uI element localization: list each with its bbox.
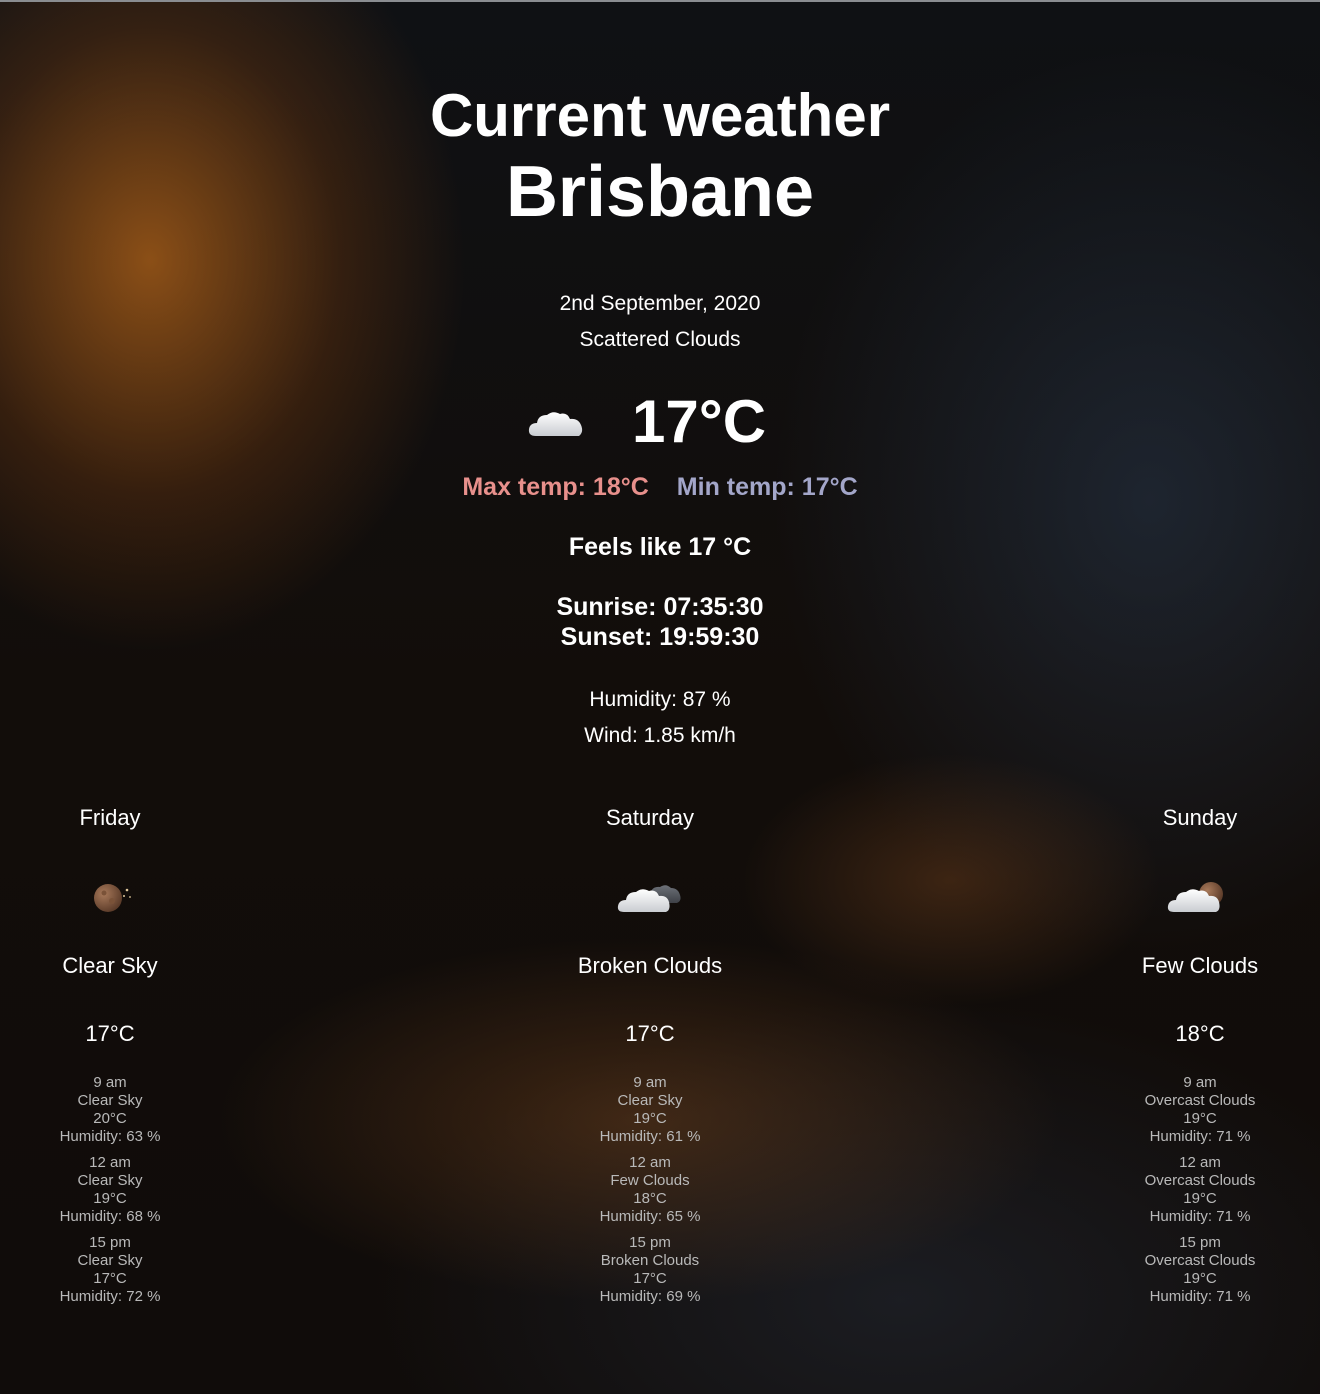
current-temperature-row: 17°C (0, 384, 1320, 460)
forecast-description: Broken Clouds (577, 953, 723, 978)
hourly-forecast: 9 am Clear Sky 19°C Humidity: 61 % 12 am… (520, 1074, 780, 1306)
hour-humidity: Humidity: 69 % (599, 1288, 701, 1305)
hour-humidity: Humidity: 65 % (599, 1208, 701, 1225)
hour-description: Overcast Clouds (1144, 1252, 1256, 1269)
current-date: 2nd September, 2020 (559, 292, 761, 315)
forecast-day-name: Sunday (1162, 805, 1238, 830)
forecast-day-name: Saturday (605, 805, 695, 830)
hourly-item: 15 pm Broken Clouds 17°C Humidity: 69 % (520, 1234, 780, 1306)
hourly-forecast: 9 am Clear Sky 20°C Humidity: 63 % 12 am… (0, 1074, 240, 1306)
hour-time: 9 am (633, 1074, 667, 1091)
forecast-day: Friday Clear Sky 17°C 9 am Clear Sky 20°… (0, 804, 240, 1314)
city-name: Brisbane (505, 152, 815, 232)
hour-humidity: Humidity: 71 % (1149, 1208, 1251, 1225)
hour-description: Clear Sky (77, 1252, 143, 1269)
hour-temperature: 19°C (1183, 1110, 1217, 1127)
forecast-day: Sunday Few Clouds 18°C 9 am Overcast Clo… (1070, 804, 1320, 1314)
min-max-temperature: Max temp: 18°C Min temp: 17°C (0, 472, 1320, 502)
hour-time: 15 pm (89, 1234, 131, 1251)
hour-temperature: 18°C (633, 1190, 667, 1207)
sunrise-time: Sunrise: 07:35:30 (556, 593, 764, 621)
page-title: Current weather (429, 82, 891, 149)
hour-time: 9 am (1183, 1074, 1217, 1091)
hourly-item: 12 am Clear Sky 19°C Humidity: 68 % (0, 1154, 240, 1226)
forecast-day-name: Friday (79, 805, 141, 830)
forecast-temperature: 18°C (1175, 1021, 1225, 1046)
hour-description: Clear Sky (77, 1092, 143, 1109)
forecast-description: Few Clouds (1141, 953, 1259, 978)
hourly-forecast: 9 am Overcast Clouds 19°C Humidity: 71 %… (1070, 1074, 1320, 1306)
current-wind: Wind: 1.85 km/h (584, 724, 736, 747)
hourly-item: 12 am Overcast Clouds 19°C Humidity: 71 … (1070, 1154, 1320, 1226)
hour-time: 12 am (89, 1154, 131, 1171)
hour-humidity: Humidity: 71 % (1149, 1288, 1251, 1305)
current-temperature: 17°C (631, 388, 767, 455)
hour-description: Broken Clouds (600, 1252, 700, 1269)
hour-time: 15 pm (1179, 1234, 1221, 1251)
hour-humidity: Humidity: 63 % (59, 1128, 161, 1145)
hourly-item: 9 am Overcast Clouds 19°C Humidity: 71 % (1070, 1074, 1320, 1146)
cloud-moon-icon (1164, 870, 1236, 922)
current-description: Scattered Clouds (579, 328, 741, 351)
hour-time: 12 am (629, 1154, 671, 1171)
hour-humidity: Humidity: 71 % (1149, 1128, 1251, 1145)
hour-description: Overcast Clouds (1144, 1172, 1256, 1189)
min-temperature: Min temp: 17°C (676, 473, 858, 501)
hour-temperature: 17°C (633, 1270, 667, 1287)
feels-like: Feels like 17 °C (568, 533, 752, 561)
cloud-icon (526, 402, 586, 442)
weather-app: Current weather Brisbane 2nd September, … (0, 0, 1320, 1394)
hourly-item: 9 am Clear Sky 20°C Humidity: 63 % (0, 1074, 240, 1146)
forecast-temperature: 17°C (85, 1021, 135, 1046)
hour-time: 15 pm (629, 1234, 671, 1251)
hour-humidity: Humidity: 68 % (59, 1208, 161, 1225)
hourly-item: 15 pm Overcast Clouds 19°C Humidity: 71 … (1070, 1234, 1320, 1306)
hour-humidity: Humidity: 61 % (599, 1128, 701, 1145)
hour-description: Few Clouds (610, 1172, 690, 1189)
hour-humidity: Humidity: 72 % (59, 1288, 161, 1305)
hour-description: Clear Sky (77, 1172, 143, 1189)
hour-temperature: 19°C (1183, 1190, 1217, 1207)
forecast-description: Clear Sky (62, 953, 158, 978)
forecast-day: Saturday Broken Clouds 17°C 9 am Clear S… (520, 804, 780, 1314)
forecast-temperature: 17°C (625, 1021, 675, 1046)
hourly-item: 12 am Few Clouds 18°C Humidity: 65 % (520, 1154, 780, 1226)
hourly-item: 15 pm Clear Sky 17°C Humidity: 72 % (0, 1234, 240, 1306)
clouds-night-icon (614, 870, 686, 922)
hour-time: 12 am (1179, 1154, 1221, 1171)
hourly-item: 9 am Clear Sky 19°C Humidity: 61 % (520, 1074, 780, 1146)
max-temperature: Max temp: 18°C (462, 473, 649, 501)
sunset-time: Sunset: 19:59:30 (560, 623, 760, 651)
hour-temperature: 19°C (1183, 1270, 1217, 1287)
hour-time: 9 am (93, 1074, 127, 1091)
hour-description: Clear Sky (617, 1092, 683, 1109)
moon-icon (74, 870, 146, 922)
hour-temperature: 20°C (93, 1110, 127, 1127)
hour-temperature: 19°C (633, 1110, 667, 1127)
hour-description: Overcast Clouds (1144, 1092, 1256, 1109)
current-humidity: Humidity: 87 % (589, 688, 731, 711)
hour-temperature: 17°C (93, 1270, 127, 1287)
hour-temperature: 19°C (93, 1190, 127, 1207)
